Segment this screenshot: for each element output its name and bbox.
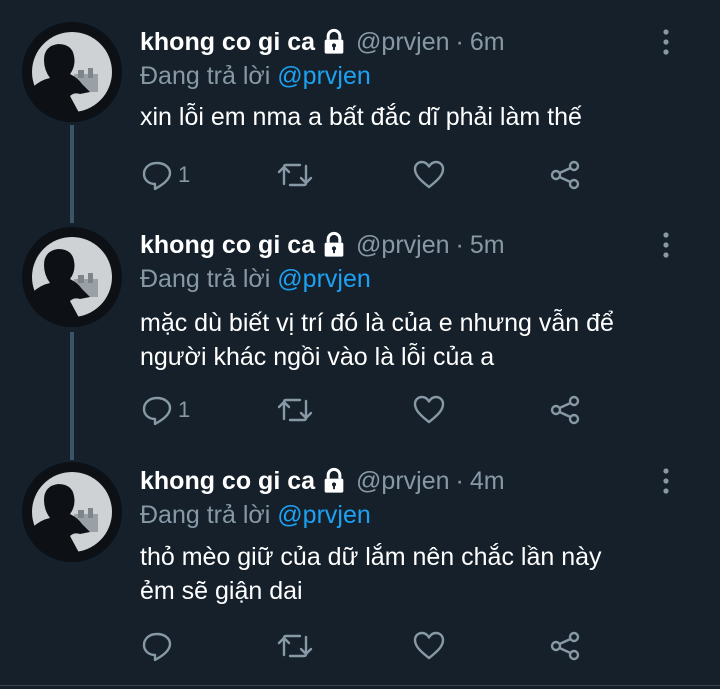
replying-to: Đang trả lời @prvjen — [140, 501, 371, 530]
avatar-photo — [22, 22, 122, 122]
reply-icon — [142, 161, 172, 191]
user-handle[interactable]: @prvjen — [356, 28, 449, 57]
tweet[interactable]: khong co gi ca @prvjen · 6m Đang trả lời… — [0, 0, 720, 205]
avatar[interactable] — [22, 462, 122, 562]
more-options-icon[interactable] — [654, 228, 678, 262]
tweet-actions: 1 — [140, 393, 600, 427]
share-button[interactable] — [548, 158, 582, 192]
timestamp[interactable]: 4m — [470, 467, 505, 496]
replying-to: Đang trả lời @prvjen — [140, 265, 371, 294]
reply-count: 1 — [178, 397, 191, 422]
tweet[interactable]: khong co gi ca @prvjen · 4m Đang trả lời… — [0, 440, 720, 689]
separator-dot: · — [455, 27, 464, 56]
replying-to: Đang trả lời @prvjen — [140, 62, 371, 91]
retweet-icon — [277, 634, 313, 658]
heart-icon — [413, 160, 445, 189]
replying-label: Đang trả lời — [140, 501, 271, 529]
mention-link[interactable]: @prvjen — [277, 265, 370, 293]
lock-icon — [324, 28, 344, 54]
tweet[interactable]: khong co gi ca @prvjen · 5m Đang trả lời… — [0, 205, 720, 440]
share-icon — [550, 631, 580, 661]
avatar[interactable] — [22, 227, 122, 327]
tweet-text: thỏ mèo giữ của dữ lắm nên chắc lần này … — [140, 540, 700, 608]
mention-link[interactable]: @prvjen — [277, 62, 370, 90]
tweet-header: khong co gi ca @prvjen · 4m — [140, 464, 505, 498]
avatar-photo — [22, 462, 122, 562]
replying-label: Đang trả lời — [140, 62, 271, 90]
tweet-text-line: mặc dù biết vị trí đó là của e nhưng vẫn… — [140, 309, 614, 337]
user-handle[interactable]: @prvjen — [356, 231, 449, 260]
like-button[interactable] — [412, 158, 446, 192]
lock-icon — [324, 467, 344, 493]
like-button[interactable] — [412, 629, 446, 663]
share-icon — [550, 160, 580, 190]
tweet-text: xin lỗi em nma a bất đắc dĩ phải làm thế — [140, 100, 700, 134]
share-button[interactable] — [548, 629, 582, 663]
tweet-actions: 1 — [140, 158, 600, 192]
lock-icon — [324, 231, 344, 257]
heart-icon — [413, 395, 445, 424]
mention-link[interactable]: @prvjen — [277, 501, 370, 529]
like-button[interactable] — [412, 393, 446, 427]
retweet-button[interactable] — [276, 629, 314, 663]
reply-icon — [142, 632, 172, 662]
tweet-text-line: xin lỗi em nma a bất đắc dĩ phải làm thế — [140, 103, 582, 131]
retweet-icon — [277, 398, 313, 422]
separator-dot: · — [455, 466, 464, 495]
reply-button[interactable] — [140, 629, 178, 663]
tweet-header: khong co gi ca @prvjen · 5m — [140, 228, 505, 262]
replying-label: Đang trả lời — [140, 265, 271, 293]
heart-icon — [413, 631, 445, 660]
reply-button[interactable]: 1 — [140, 393, 190, 427]
tweet-text: mặc dù biết vị trí đó là của e nhưng vẫn… — [140, 306, 700, 374]
separator-dot: · — [455, 230, 464, 259]
more-options-icon[interactable] — [654, 25, 678, 59]
reply-button[interactable]: 1 — [140, 158, 190, 192]
avatar-photo — [22, 227, 122, 327]
tweet-header: khong co gi ca @prvjen · 6m — [140, 25, 505, 59]
retweet-button[interactable] — [276, 393, 314, 427]
reply-count: 1 — [178, 162, 191, 187]
user-handle[interactable]: @prvjen — [356, 467, 449, 496]
avatar[interactable] — [22, 22, 122, 122]
display-name[interactable]: khong co gi ca — [140, 467, 315, 496]
tweet-actions — [140, 629, 600, 663]
reply-icon — [142, 396, 172, 426]
more-options-icon[interactable] — [654, 464, 678, 498]
share-button[interactable] — [548, 393, 582, 427]
display-name[interactable]: khong co gi ca — [140, 231, 315, 260]
timestamp[interactable]: 6m — [470, 28, 505, 57]
timestamp[interactable]: 5m — [470, 231, 505, 260]
retweet-icon — [277, 163, 313, 187]
display-name[interactable]: khong co gi ca — [140, 28, 315, 57]
tweet-text-line: thỏ mèo giữ của dữ lắm nên chắc lần này — [140, 543, 602, 571]
retweet-button[interactable] — [276, 158, 314, 192]
share-icon — [550, 395, 580, 425]
tweet-text-line: người khác ngồi vào là lỗi của a — [140, 343, 495, 371]
tweet-text-line: ẻm sẽ giận dai — [140, 577, 303, 605]
tweet-divider — [0, 685, 720, 686]
